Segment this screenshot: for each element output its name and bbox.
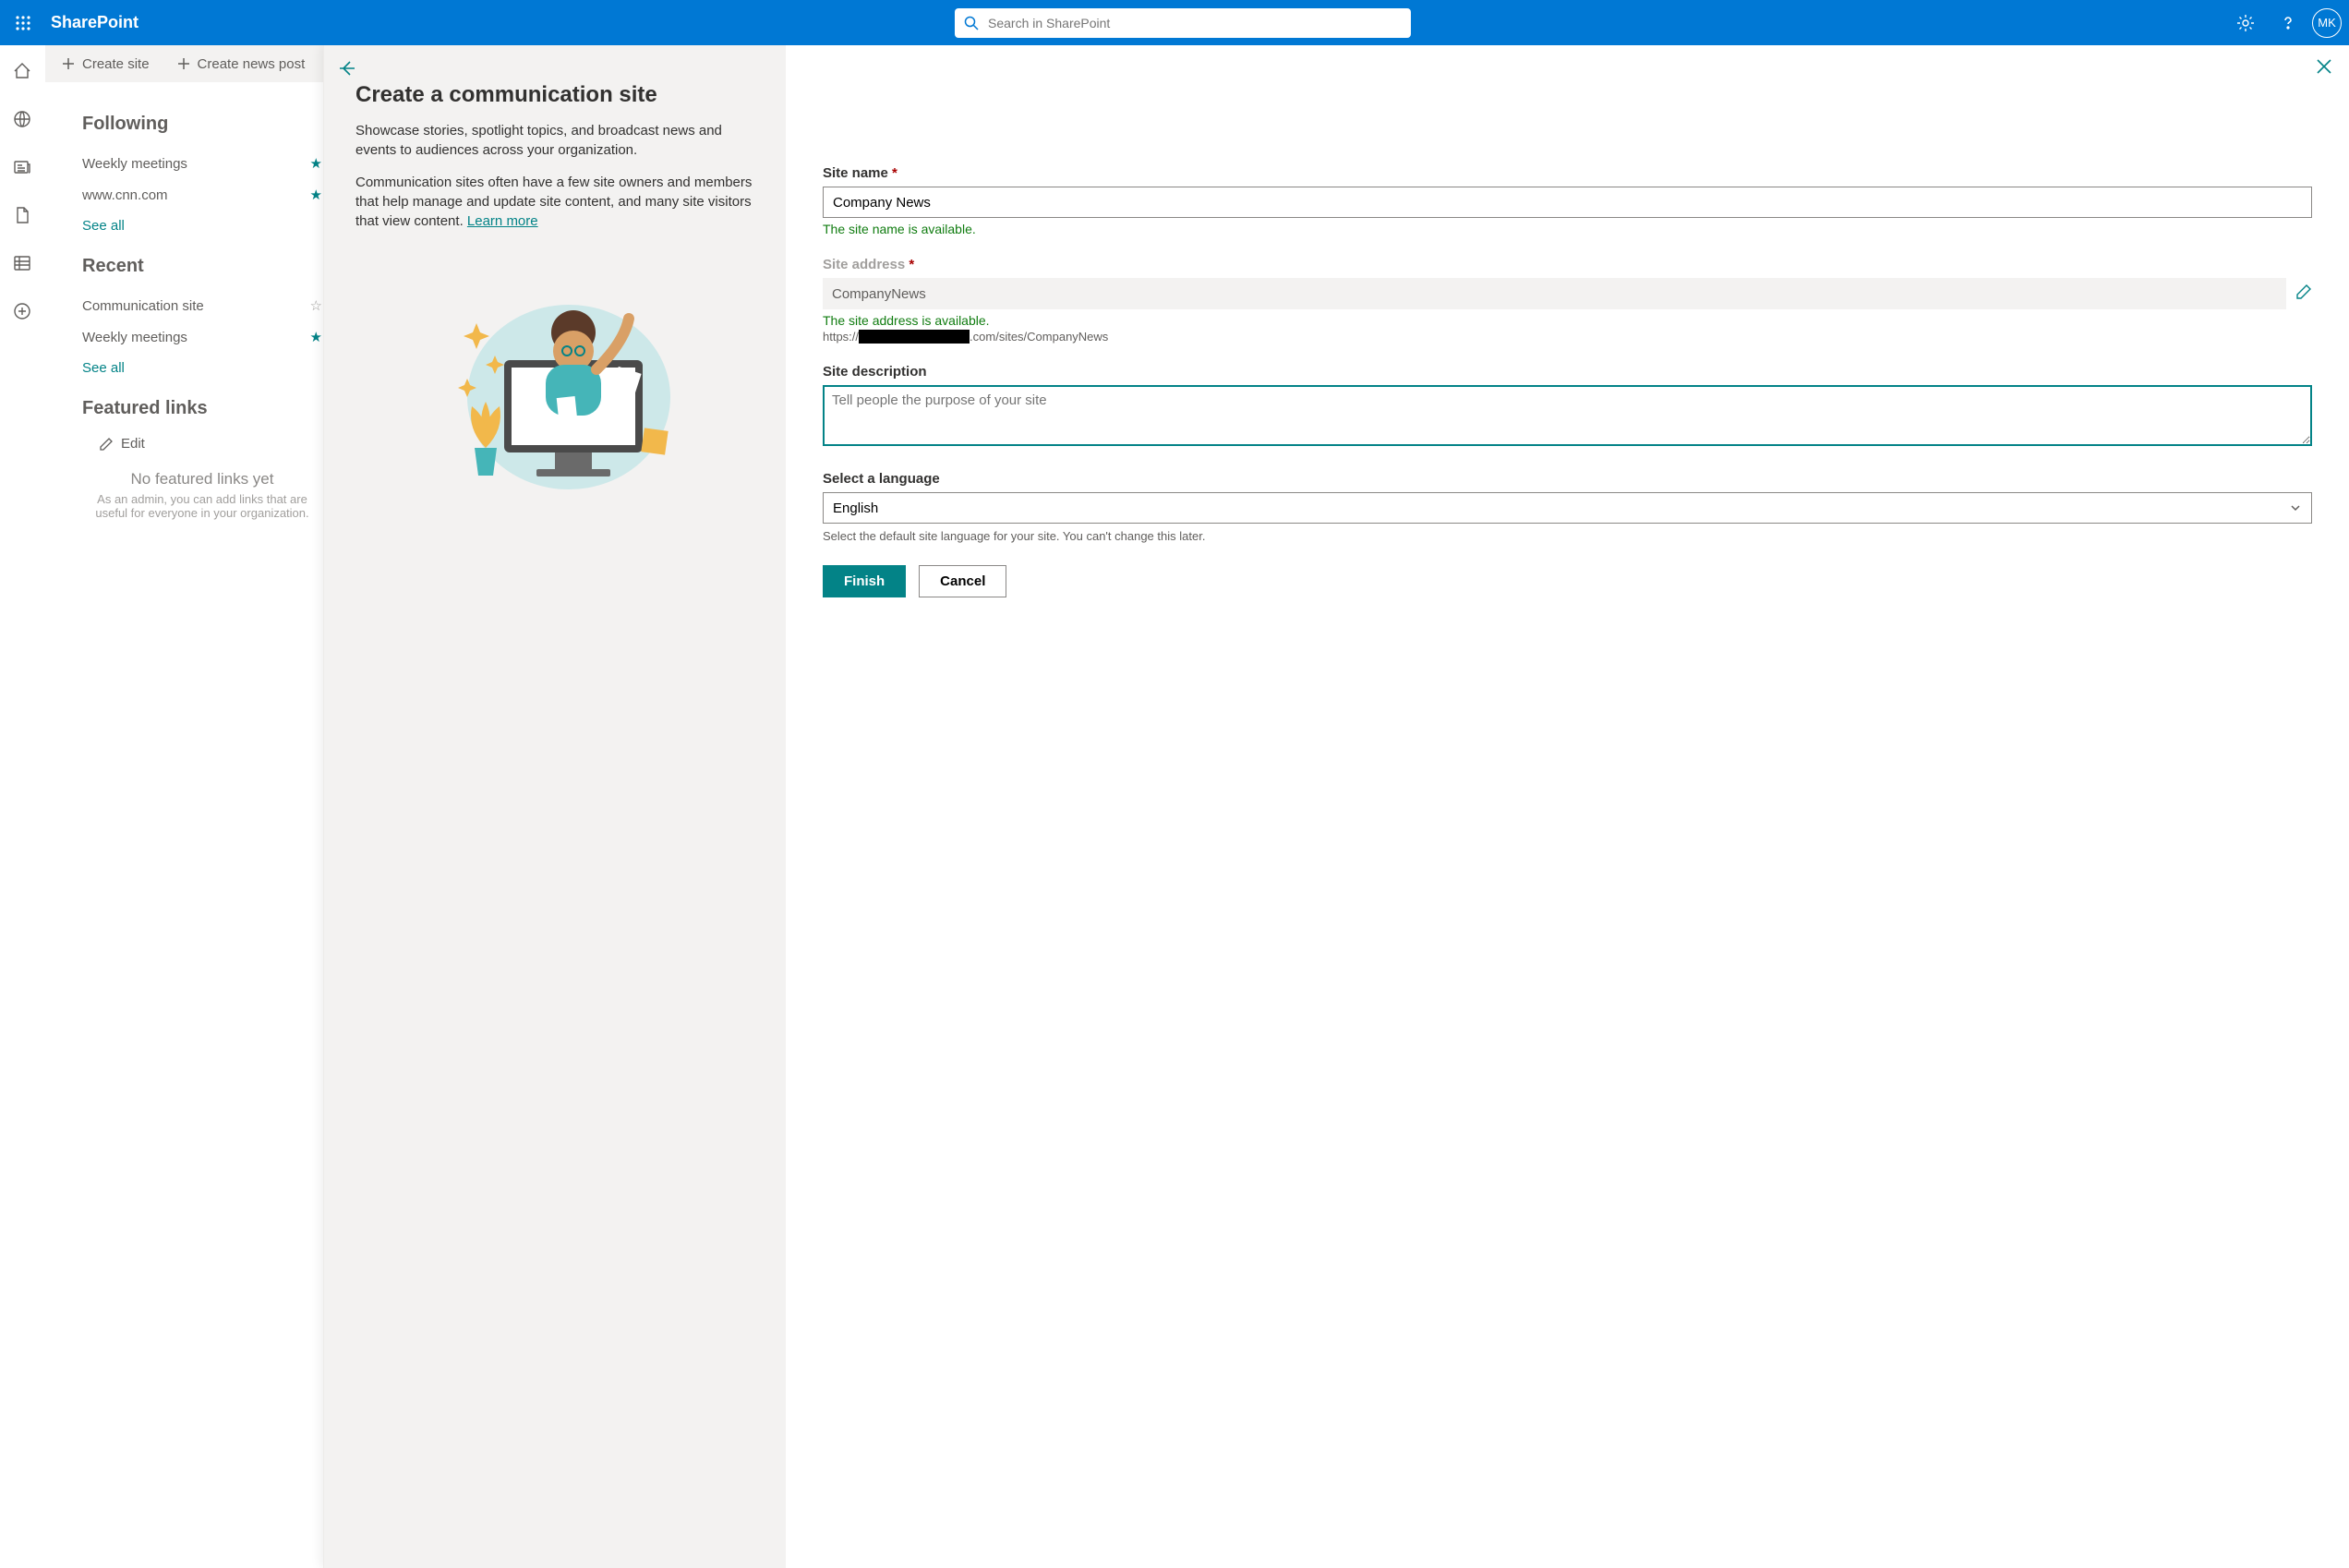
cancel-button[interactable]: Cancel [919,565,1006,597]
language-field: Select a language English Select the def… [823,471,2312,545]
site-name-field: Site name * The site name is available. [823,165,2312,236]
site-name-validation: The site name is available. [823,222,2312,236]
app-name: SharePoint [51,13,139,32]
site-address-validation: The site address is available. [823,313,2312,328]
learn-more-link[interactable]: Learn more [467,213,538,229]
search-wrap [139,8,2227,38]
close-button[interactable] [2314,56,2334,81]
site-name-input[interactable] [823,187,2312,218]
back-button[interactable] [337,58,357,83]
create-site-dialog: Create a communication site Showcase sto… [0,45,2349,1568]
site-url-preview: https://redacted.com/sites/CompanyNews [823,330,2312,344]
illustration [355,259,754,499]
site-address-field: Site address * The site address is avail… [823,257,2312,344]
search-icon [964,16,979,30]
main-row: Create site Create news post Following W… [0,45,2349,1568]
site-address-input [823,278,2286,309]
avatar[interactable]: MK [2312,8,2342,38]
language-hint: Select the default site language for you… [823,529,2312,545]
dialog-buttons: Finish Cancel [823,565,2312,597]
language-label: Select a language [823,471,2312,487]
settings-icon[interactable] [2227,5,2264,42]
app-launcher-icon[interactable] [0,0,45,45]
finish-button[interactable]: Finish [823,565,906,597]
site-name-label: Site name * [823,165,2312,181]
language-value: English [833,501,878,516]
site-description-input[interactable] [823,385,2312,446]
site-description-field: Site description [823,364,2312,451]
site-description-label: Site description [823,364,2312,380]
dialog-desc-2: Communication sites often have a few sit… [355,173,754,231]
suite-right: MK [2227,5,2349,42]
dialog-panel: Create a communication site Showcase sto… [323,45,2349,1568]
site-address-label: Site address * [823,257,2312,272]
dialog-right: Site name * The site name is available. … [786,45,2349,1568]
dialog-title: Create a communication site [355,82,754,108]
help-icon[interactable] [2270,5,2307,42]
chevron-down-icon [2289,501,2302,514]
language-select[interactable]: English [823,492,2312,524]
dialog-desc-1: Showcase stories, spotlight topics, and … [355,121,754,160]
dialog-left: Create a communication site Showcase sto… [324,45,786,1568]
search-box[interactable] [955,8,1411,38]
suite-bar: SharePoint MK [0,0,2349,45]
edit-address-button[interactable] [2295,283,2312,305]
pencil-icon [2295,283,2312,300]
search-input[interactable] [988,16,1402,30]
